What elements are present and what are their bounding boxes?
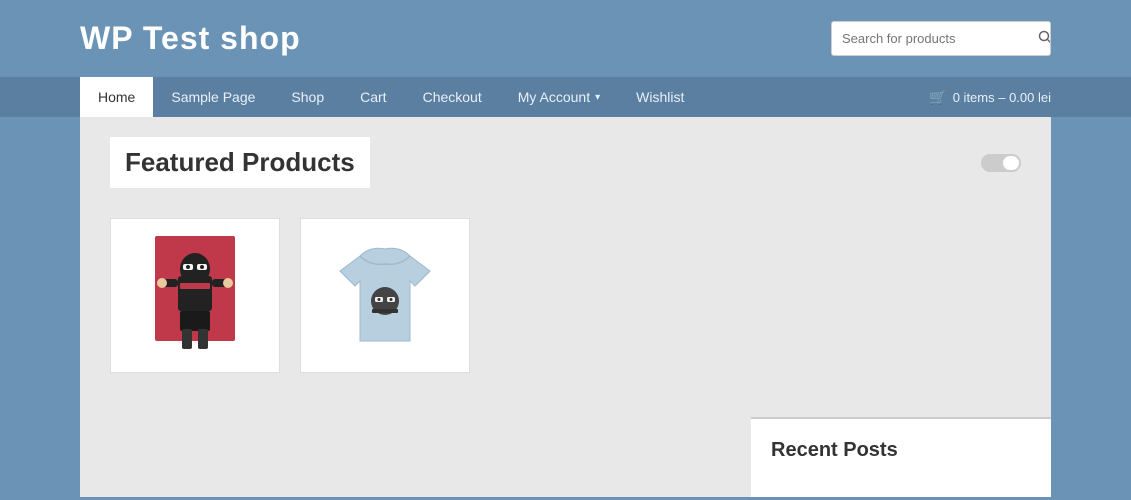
product-ninja-image bbox=[120, 231, 270, 361]
site-header: WP Test shop bbox=[0, 0, 1131, 77]
recent-posts-title: Recent Posts bbox=[771, 439, 1031, 462]
cart-icon: 🛒 bbox=[929, 89, 946, 106]
search-input[interactable] bbox=[832, 23, 1028, 54]
cart-label: 0 items – 0.00 lei bbox=[953, 90, 1051, 105]
cart-summary[interactable]: 🛒 0 items – 0.00 lei bbox=[929, 89, 1051, 106]
nav-item-shop[interactable]: Shop bbox=[273, 77, 342, 117]
site-title: WP Test shop bbox=[80, 20, 301, 57]
search-icon bbox=[1038, 30, 1051, 44]
featured-title: Featured Products bbox=[110, 137, 370, 188]
section-header: Featured Products bbox=[110, 137, 1021, 188]
nav-item-cart[interactable]: Cart bbox=[342, 77, 404, 117]
recent-posts-section: Recent Posts bbox=[751, 417, 1051, 497]
nav-item-home[interactable]: Home bbox=[80, 77, 153, 117]
search-button[interactable] bbox=[1028, 22, 1051, 55]
main-content: Featured Products bbox=[80, 117, 1051, 417]
nav-item-my-account[interactable]: My Account ▾ bbox=[500, 77, 618, 117]
my-account-chevron-icon: ▾ bbox=[595, 92, 600, 103]
main-nav: Home Sample Page Shop Cart Checkout My A… bbox=[0, 77, 1131, 117]
product-tshirt-image bbox=[310, 231, 460, 361]
nav-item-sample-page[interactable]: Sample Page bbox=[153, 77, 273, 117]
product-card-tshirt[interactable] bbox=[300, 218, 470, 373]
product-card-ninja[interactable] bbox=[110, 218, 280, 373]
bottom-section: Recent Posts bbox=[80, 417, 1051, 497]
toggle-button[interactable] bbox=[981, 154, 1021, 172]
nav-item-checkout[interactable]: Checkout bbox=[405, 77, 500, 117]
search-bar bbox=[831, 21, 1051, 56]
nav-item-wishlist[interactable]: Wishlist bbox=[618, 77, 702, 117]
products-row bbox=[110, 208, 1021, 383]
